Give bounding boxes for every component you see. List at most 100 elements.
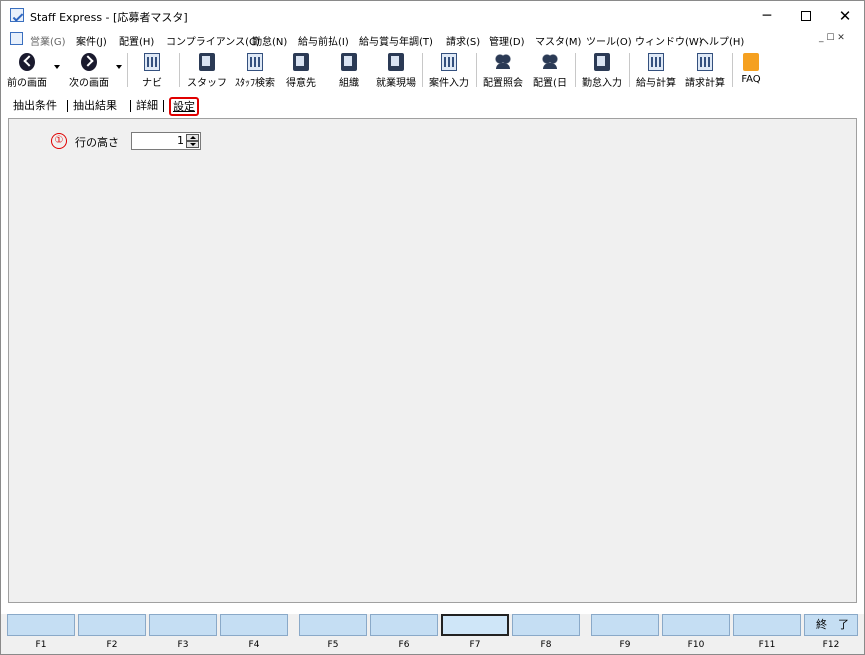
f1-label: F1 bbox=[35, 640, 47, 650]
window-title: Staff Express - [応募者マスタ] bbox=[30, 11, 188, 24]
toolbar-separator bbox=[422, 53, 423, 87]
navi-button[interactable]: ナビ bbox=[135, 49, 169, 91]
f5-label: F5 bbox=[327, 640, 339, 650]
menu-master[interactable]: マスタ(M) bbox=[535, 33, 581, 48]
payroll-button-label: 給与計算 bbox=[636, 78, 676, 89]
f11-button[interactable] bbox=[733, 614, 801, 636]
f10-button[interactable] bbox=[662, 614, 730, 636]
menu-compliance[interactable]: コンプライアンス(C) bbox=[166, 33, 260, 48]
billing-button[interactable]: 請求計算 bbox=[681, 49, 729, 91]
tab-separator bbox=[130, 100, 131, 112]
menu-tools[interactable]: ツール(O) bbox=[586, 33, 632, 48]
back-button-label: 前の画面 bbox=[7, 78, 47, 89]
worksite-icon bbox=[388, 53, 404, 71]
f2-button[interactable] bbox=[78, 614, 146, 636]
f5-button[interactable] bbox=[299, 614, 367, 636]
organization-icon bbox=[341, 53, 357, 71]
document-icon[interactable] bbox=[10, 32, 23, 45]
spin-down-icon[interactable] bbox=[186, 141, 199, 148]
case-entry-button[interactable]: 案件入力 bbox=[425, 49, 473, 91]
staff-search-button[interactable]: ｽﾀｯﾌ検索 bbox=[231, 49, 279, 91]
f4-button[interactable] bbox=[220, 614, 288, 636]
menu-case[interactable]: 案件(J) bbox=[76, 33, 107, 48]
staff-icon bbox=[199, 53, 215, 71]
billing-button-label: 請求計算 bbox=[685, 78, 725, 89]
tab-extraction-conditions[interactable]: 抽出条件 bbox=[13, 97, 57, 115]
tab-separator bbox=[163, 100, 164, 112]
f6-label: F6 bbox=[398, 640, 410, 650]
function-key-bar: 終 了 F1 F2 F3 F4 F5 F6 F7 F8 F9 F10 F11 F… bbox=[1, 614, 864, 654]
tab-settings[interactable]: 設定 bbox=[169, 97, 199, 116]
forward-button-label: 次の画面 bbox=[69, 78, 109, 89]
f2-label: F2 bbox=[106, 640, 118, 650]
minimize-button[interactable]: ─ bbox=[747, 3, 787, 29]
f3-button[interactable] bbox=[149, 614, 217, 636]
menu-help[interactable]: ヘルプ(H) bbox=[699, 33, 744, 48]
f1-button[interactable] bbox=[7, 614, 75, 636]
placement-inquiry-button-label: 配置照会 bbox=[483, 78, 523, 89]
customer-button-label: 得意先 bbox=[286, 78, 316, 89]
f11-label: F11 bbox=[758, 640, 776, 650]
tab-separator bbox=[67, 100, 68, 112]
forward-dropdown-icon[interactable] bbox=[116, 65, 122, 69]
menu-management[interactable]: 管理(D) bbox=[489, 33, 525, 48]
app-icon bbox=[10, 8, 24, 22]
row-height-stepper[interactable]: 1 bbox=[131, 132, 201, 150]
menu-placement[interactable]: 配置(H) bbox=[119, 33, 154, 48]
tab-extraction-results[interactable]: 抽出結果 bbox=[73, 97, 117, 115]
toolbar: 前の画面 次の画面 ナビ スタッフ ｽﾀｯﾌ検索 得意先 組織 就業現場 案件入… bbox=[1, 49, 864, 91]
organization-button-label: 組織 bbox=[339, 78, 359, 89]
menu-billing[interactable]: 請求(S) bbox=[446, 33, 480, 48]
payroll-button[interactable]: 給与計算 bbox=[632, 49, 680, 91]
spin-up-icon[interactable] bbox=[186, 134, 199, 141]
mdi-controls[interactable]: _ ☐ ✕ bbox=[819, 33, 845, 43]
row-height-value[interactable]: 1 bbox=[177, 134, 184, 147]
forward-button[interactable]: 次の画面 bbox=[65, 49, 113, 91]
faq-button[interactable]: FAQ bbox=[735, 49, 767, 91]
f9-button[interactable] bbox=[591, 614, 659, 636]
customer-icon bbox=[293, 53, 309, 71]
f7-button[interactable] bbox=[441, 614, 509, 636]
placement-inquiry-button[interactable]: 配置照会 bbox=[479, 49, 527, 91]
organization-button[interactable]: 組織 bbox=[331, 49, 367, 91]
f7-label: F7 bbox=[469, 640, 481, 650]
faq-icon bbox=[743, 53, 759, 71]
toolbar-separator bbox=[732, 53, 733, 87]
f9-label: F9 bbox=[619, 640, 631, 650]
customer-button[interactable]: 得意先 bbox=[283, 49, 319, 91]
toolbar-separator bbox=[575, 53, 576, 87]
placement-daily-icon bbox=[542, 53, 558, 71]
menu-sales[interactable]: 営業(G) bbox=[30, 33, 66, 48]
staff-button[interactable]: スタッフ bbox=[187, 49, 227, 91]
worksite-button[interactable]: 就業現場 bbox=[373, 49, 419, 91]
attendance-entry-button-label: 勤怠入力 bbox=[582, 78, 622, 89]
forward-arrow-icon bbox=[81, 53, 97, 71]
menu-advance-pay[interactable]: 給与前払(I) bbox=[298, 33, 349, 48]
staff-search-icon bbox=[247, 53, 263, 71]
case-entry-icon bbox=[441, 53, 457, 71]
menu-bar: 営業(G) 案件(J) 配置(H) コンプライアンス(C) 勤怠(N) 給与前払… bbox=[1, 30, 864, 48]
back-button[interactable]: 前の画面 bbox=[5, 49, 49, 91]
tab-details[interactable]: 詳細 bbox=[136, 97, 158, 115]
attendance-entry-button[interactable]: 勤怠入力 bbox=[578, 49, 626, 91]
back-arrow-icon bbox=[19, 53, 35, 71]
f8-button[interactable] bbox=[512, 614, 580, 636]
f12-exit-button[interactable]: 終 了 bbox=[804, 614, 858, 636]
menu-payroll-bonus[interactable]: 給与賞与年調(T) bbox=[359, 33, 433, 48]
f12-label: F12 bbox=[822, 640, 840, 650]
f10-label: F10 bbox=[687, 640, 705, 650]
spin-buttons bbox=[186, 134, 199, 148]
close-button[interactable]: ✕ bbox=[825, 3, 864, 29]
placement-daily-button[interactable]: 配置(日 bbox=[529, 49, 571, 91]
menu-window[interactable]: ウィンドウ(W) bbox=[635, 33, 703, 48]
f6-button[interactable] bbox=[370, 614, 438, 636]
navi-icon bbox=[144, 53, 160, 71]
back-dropdown-icon[interactable] bbox=[54, 65, 60, 69]
menu-attendance[interactable]: 勤怠(N) bbox=[252, 33, 287, 48]
f8-label: F8 bbox=[540, 640, 552, 650]
title-bar: Staff Express - [応募者マスタ] ─ ✕ bbox=[1, 1, 864, 31]
worksite-button-label: 就業現場 bbox=[376, 78, 416, 89]
placement-inquiry-icon bbox=[495, 53, 511, 71]
settings-panel: ① 行の高さ 1 bbox=[8, 118, 857, 603]
maximize-button[interactable] bbox=[786, 3, 826, 29]
